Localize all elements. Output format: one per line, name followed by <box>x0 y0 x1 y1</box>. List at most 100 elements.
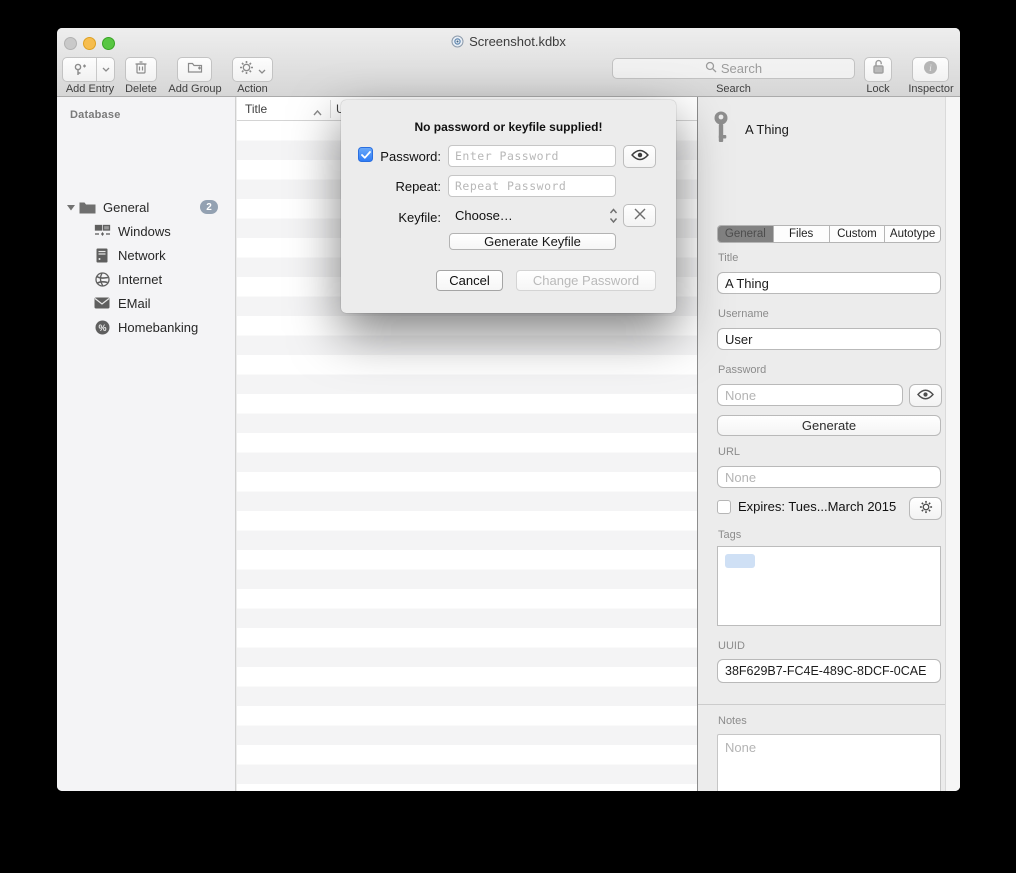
repeat-password-placeholder: Repeat Password <box>455 179 566 193</box>
action-dropdown-arrow <box>258 61 266 79</box>
sidebar-item-general[interactable]: General 2 <box>57 197 235 217</box>
titlebar[interactable]: Screenshot.kdbx <box>57 28 960 56</box>
add-entry-button[interactable] <box>62 57 115 82</box>
section-divider <box>698 704 945 705</box>
dialog-show-password-button[interactable] <box>623 145 656 168</box>
url-field[interactable]: None <box>717 466 941 488</box>
tags-label: Tags <box>718 529 741 541</box>
inspector-scrollbar-track[interactable] <box>945 97 960 791</box>
dialog-message: No password or keyfile supplied! <box>341 120 676 134</box>
expires-settings-button[interactable] <box>909 497 942 520</box>
repeat-password-input[interactable]: Repeat Password <box>448 175 616 197</box>
show-password-button[interactable] <box>909 384 942 407</box>
add-group-button[interactable] <box>177 57 212 82</box>
title-label: Title <box>718 252 738 264</box>
sidebar-item-internet[interactable]: Internet <box>57 269 235 289</box>
svg-text:%: % <box>98 322 106 332</box>
window-chrome: Screenshot.kdbx Add Entry Delete <box>57 28 960 97</box>
generate-password-button[interactable]: Generate <box>717 415 941 436</box>
sort-ascending-icon[interactable] <box>313 105 322 119</box>
tab-general[interactable]: General <box>718 226 774 242</box>
sidebar-section-header: Database <box>70 109 121 121</box>
key-plus-icon <box>63 62 96 78</box>
sidebar-item-label: Windows <box>118 224 171 239</box>
notes-label: Notes <box>718 715 747 727</box>
globe-icon <box>93 272 111 287</box>
enter-password-input[interactable]: Enter Password <box>448 145 616 167</box>
url-label: URL <box>718 446 740 458</box>
keyfile-popup[interactable]: Choose… <box>455 208 513 223</box>
cancel-button[interactable]: Cancel <box>436 270 503 291</box>
password-checkbox[interactable] <box>358 147 373 162</box>
column-divider[interactable] <box>330 100 331 118</box>
sidebar-item-homebanking[interactable]: % Homebanking <box>57 317 235 337</box>
lock-icon <box>872 59 885 80</box>
tag-pill[interactable] <box>725 554 755 568</box>
search-icon <box>705 61 717 76</box>
windows-network-icon <box>93 224 111 238</box>
username-label: Username <box>718 308 769 320</box>
document-icon <box>451 35 464 51</box>
folder-icon <box>78 201 96 214</box>
window-title: Screenshot.kdbx <box>57 34 960 51</box>
inspector-tabs: General Files Custom Autotype <box>717 225 941 243</box>
tab-autotype[interactable]: Autotype <box>885 226 940 242</box>
notes-field[interactable]: None <box>717 734 941 791</box>
search-placeholder: Search <box>721 61 762 76</box>
entry-title: A Thing <box>745 122 789 137</box>
password-label: Password <box>718 364 766 376</box>
uuid-field[interactable]: 38F629B7-FC4E-489C-8DCF-0CAE <box>717 659 941 683</box>
eye-icon <box>631 149 649 164</box>
gear-icon <box>239 60 254 80</box>
enter-password-placeholder: Enter Password <box>455 149 559 163</box>
dialog-keyfile-label: Keyfile: <box>375 210 441 225</box>
svg-text:i: i <box>929 64 932 74</box>
dialog-repeat-label: Repeat: <box>375 179 441 194</box>
trash-icon <box>134 60 148 80</box>
sidebar-item-label: EMail <box>118 296 151 311</box>
gear-icon <box>919 500 933 517</box>
tab-custom[interactable]: Custom <box>830 226 886 242</box>
delete-button[interactable] <box>125 57 157 82</box>
sidebar-item-network[interactable]: Network <box>57 245 235 265</box>
column-header-title[interactable]: Title <box>245 102 267 116</box>
generate-keyfile-button[interactable]: Generate Keyfile <box>449 233 616 250</box>
inspector-panel: A Thing General Files Custom Autotype Ti… <box>697 97 960 791</box>
server-icon <box>93 248 111 263</box>
sidebar-item-label: Internet <box>118 272 162 287</box>
clear-keyfile-button[interactable] <box>623 204 656 227</box>
action-button[interactable] <box>232 57 273 82</box>
envelope-icon <box>93 297 111 309</box>
add-entry-dropdown-arrow[interactable] <box>97 67 114 72</box>
lock-button[interactable] <box>864 57 892 82</box>
action-caption: Action <box>232 83 273 95</box>
inspector-button[interactable]: i <box>912 57 949 82</box>
tab-files[interactable]: Files <box>774 226 830 242</box>
tags-field[interactable] <box>717 546 941 626</box>
expires-checkbox[interactable] <box>717 500 731 514</box>
expires-row: Expires: Tues...March 2015 <box>717 499 896 514</box>
title-field[interactable]: A Thing <box>717 272 941 294</box>
close-x-icon <box>634 208 646 223</box>
uuid-label: UUID <box>718 640 745 652</box>
sidebar-item-email[interactable]: EMail <box>57 293 235 313</box>
stepper-icon[interactable] <box>609 207 618 228</box>
add-group-caption: Add Group <box>163 83 227 95</box>
change-password-button[interactable]: Change Password <box>516 270 656 291</box>
folder-plus-icon <box>187 60 203 79</box>
desktop-background: Screenshot.kdbx Add Entry Delete <box>0 0 1016 873</box>
username-field[interactable]: User <box>717 328 941 350</box>
sidebar-item-windows[interactable]: Windows <box>57 221 235 241</box>
add-entry-caption: Add Entry <box>62 83 118 95</box>
password-field[interactable]: None <box>717 384 903 406</box>
window-title-text: Screenshot.kdbx <box>469 34 566 49</box>
disclosure-triangle-icon[interactable] <box>64 204 78 211</box>
key-icon <box>711 111 731 148</box>
dialog-password-label: Password: <box>375 149 441 164</box>
sidebar-item-label: Network <box>118 248 166 263</box>
search-caption: Search <box>612 83 855 95</box>
app-window: Screenshot.kdbx Add Entry Delete <box>57 28 960 791</box>
change-password-dialog: No password or keyfile supplied! Passwor… <box>341 100 676 313</box>
search-input[interactable]: Search <box>612 58 855 79</box>
percent-circle-icon: % <box>93 320 111 335</box>
